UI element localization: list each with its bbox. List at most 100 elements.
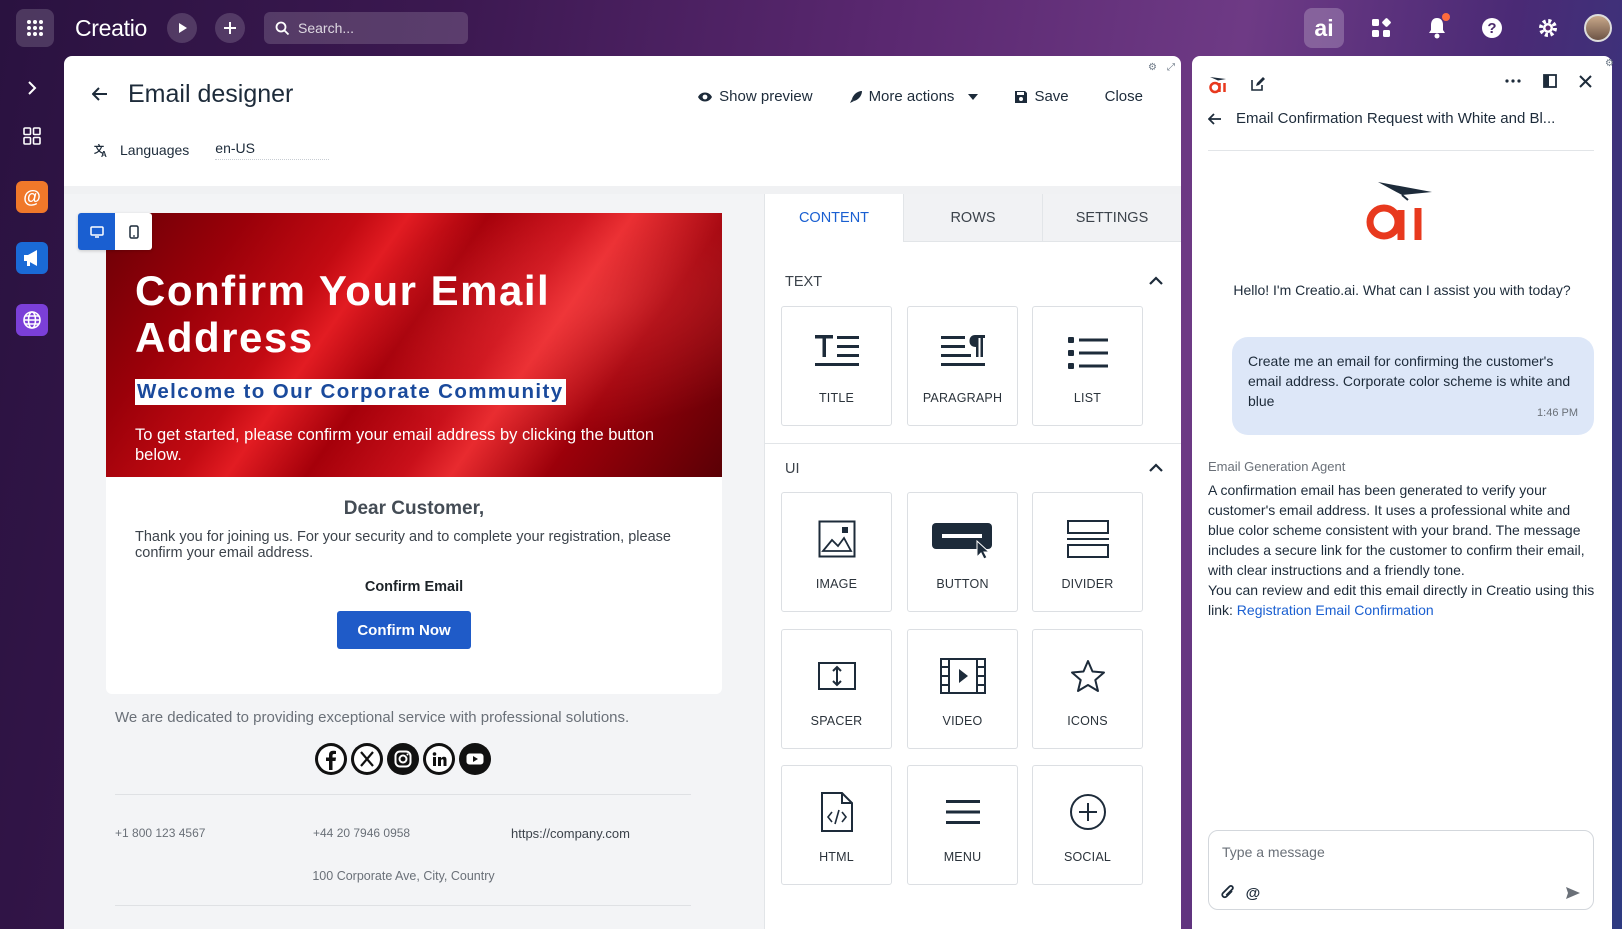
more-actions-button[interactable]: More actions (849, 88, 979, 105)
search-input[interactable]: Search... (264, 12, 468, 44)
block-image[interactable]: IMAGE (781, 492, 892, 612)
dock-panel-icon[interactable] (1543, 74, 1557, 88)
arrow-left-icon[interactable] (1208, 112, 1222, 125)
add-button[interactable] (215, 13, 245, 43)
window-controls: ⚙ ⤢ (1148, 62, 1175, 73)
block-title[interactable]: TITLE (781, 306, 892, 426)
apps-button[interactable] (1365, 12, 1397, 44)
search-icon (275, 21, 290, 36)
phone-number-us[interactable]: +1 800 123 4567 (115, 826, 205, 840)
block-video-label: VIDEO (942, 714, 983, 728)
chevron-up-icon[interactable] (1149, 276, 1163, 286)
nav-item-email[interactable]: @ (16, 181, 48, 213)
block-paragraph[interactable]: PARAGRAPH (907, 306, 1018, 426)
creatio-ai-chat-panel: ⚙ Email Confirmation Request with White … (1192, 56, 1614, 929)
confirm-now-button[interactable]: Confirm Now (337, 611, 471, 649)
show-preview-button[interactable]: Show preview (697, 88, 813, 105)
run-process-button[interactable] (167, 13, 197, 43)
phone-number-uk[interactable]: +44 20 7946 0958 (313, 826, 410, 840)
user-avatar[interactable] (1584, 14, 1612, 42)
language-select[interactable]: en-US (215, 140, 330, 160)
notifications-button[interactable] (1421, 12, 1453, 44)
message-input[interactable]: Type a message @ (1208, 830, 1594, 910)
footer-text[interactable]: We are dedicated to providing exceptiona… (115, 709, 629, 726)
block-icons-label: ICONS (1067, 714, 1108, 728)
eye-icon (698, 92, 713, 101)
social-icons[interactable] (315, 743, 491, 775)
block-html[interactable]: HTML (781, 765, 892, 885)
languages-label: Languages (120, 142, 190, 158)
nav-item-workplace[interactable] (16, 120, 48, 152)
block-divider[interactable]: DIVIDER (1032, 492, 1143, 612)
blocks-panel: CONTENT ROWS SETTINGS TEXT TITLE PARAGRA… (764, 194, 1181, 929)
block-social[interactable]: SOCIAL (1032, 765, 1143, 885)
designer-workspace: Confirm Your Email Address Welcome to Ou… (64, 186, 1181, 929)
plus-circle-icon (1069, 794, 1106, 830)
svg-text:@: @ (23, 187, 41, 207)
email-hero[interactable]: Confirm Your Email Address Welcome to Ou… (106, 213, 722, 477)
tab-rows[interactable]: ROWS (903, 194, 1042, 242)
video-icon (939, 658, 986, 694)
registration-email-link[interactable]: Registration Email Confirmation (1237, 602, 1434, 618)
back-button[interactable] (91, 84, 108, 107)
more-options-icon[interactable] (1505, 79, 1521, 83)
hero-title[interactable]: Confirm Your Email Address (135, 267, 655, 361)
app-launcher-button[interactable] (16, 9, 54, 47)
help-icon: ? (1482, 18, 1502, 38)
x-icon[interactable] (351, 743, 383, 775)
creatio-ai-button[interactable]: ai (1304, 8, 1344, 48)
panel-settings-icon[interactable]: ⚙ (1605, 58, 1614, 69)
panel-tabs: CONTENT ROWS SETTINGS (765, 194, 1181, 242)
mention-icon[interactable]: @ (1245, 885, 1261, 901)
block-icons[interactable]: ICONS (1032, 629, 1143, 749)
instagram-icon[interactable] (387, 743, 419, 775)
block-button[interactable]: BUTTON (907, 492, 1018, 612)
block-list[interactable]: LIST (1032, 306, 1143, 426)
title-icon (814, 335, 859, 366)
languages-row: 文A Languages en-US (94, 140, 330, 160)
body-paragraph[interactable]: Thank you for joining us. For your secur… (135, 529, 695, 561)
tab-content[interactable]: CONTENT (765, 194, 903, 242)
expand-nav-button[interactable] (16, 72, 48, 104)
save-button[interactable]: Save (1014, 88, 1069, 105)
pin-icon[interactable]: ⚙ (1148, 62, 1157, 73)
mobile-view-button[interactable] (115, 213, 152, 250)
greeting-heading[interactable]: Dear Customer, (106, 498, 722, 520)
company-address[interactable]: 100 Corporate Ave, City, Country (64, 869, 743, 883)
block-title-label: TITLE (818, 391, 855, 405)
hero-text[interactable]: To get started, please confirm your emai… (135, 425, 675, 465)
creatio-ai-logo-icon (1209, 77, 1226, 94)
close-icon[interactable] (1579, 74, 1592, 88)
creatio-logo[interactable]: Creatio (75, 15, 147, 42)
at-sign-icon: @ (23, 187, 41, 207)
youtube-icon[interactable] (459, 743, 491, 775)
notification-dot (1442, 13, 1450, 21)
desktop-view-button[interactable] (78, 213, 115, 250)
grid-icon (27, 20, 43, 36)
agent-message: A confirmation email has been generated … (1208, 480, 1598, 620)
nav-item-campaigns[interactable] (16, 242, 48, 274)
block-spacer[interactable]: SPACER (781, 629, 892, 749)
tab-settings[interactable]: SETTINGS (1042, 194, 1181, 242)
paperclip-icon[interactable] (1221, 885, 1235, 901)
nav-item-web[interactable] (16, 304, 48, 336)
close-button[interactable]: Close (1105, 88, 1143, 105)
confirm-email-label[interactable]: Confirm Email (106, 579, 722, 595)
block-menu[interactable]: MENU (907, 765, 1018, 885)
help-button[interactable]: ? (1476, 12, 1508, 44)
website-link[interactable]: https://company.com (511, 826, 630, 841)
play-icon (179, 23, 187, 33)
block-list-label: LIST (1073, 391, 1102, 405)
new-chat-icon[interactable] (1250, 76, 1266, 92)
send-icon[interactable] (1565, 885, 1581, 901)
expand-icon[interactable]: ⤢ (1167, 62, 1175, 73)
chevron-up-icon[interactable] (1149, 463, 1163, 473)
block-video[interactable]: VIDEO (907, 629, 1018, 749)
facebook-icon[interactable] (315, 743, 347, 775)
linkedin-icon[interactable] (423, 743, 455, 775)
floppy-disk-icon (1015, 90, 1028, 103)
email-body[interactable]: Confirm Your Email Address Welcome to Ou… (106, 213, 722, 694)
settings-button[interactable] (1532, 12, 1564, 44)
text-section-heading: TEXT (785, 274, 823, 290)
hero-subtitle[interactable]: Welcome to Our Corporate Community (135, 379, 566, 405)
